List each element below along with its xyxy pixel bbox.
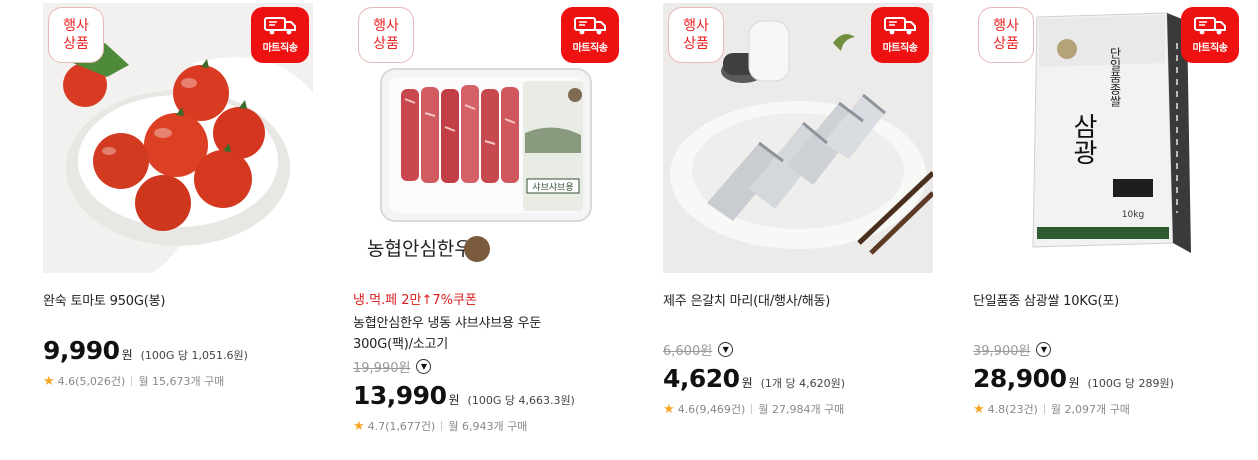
- product-name[interactable]: 제주 은갈치 마리(대/행사/해동): [663, 291, 933, 312]
- product-card[interactable]: 샤브샤브용 농협안심한우 행사 상품 마트직송 냉.먹.페 2만↑7%쿠폰 농협…: [353, 3, 623, 434]
- coupon-promo-text[interactable]: 냉.먹.페 2만↑7%쿠폰: [353, 291, 623, 311]
- review-meta: ★ 4.6(9,469건) 월 27,984개 구매: [663, 401, 933, 417]
- divider: [1043, 404, 1045, 414]
- sale-price: 9,990: [43, 336, 120, 365]
- unit-price: (1개 당 4,620원): [760, 377, 846, 390]
- product-image[interactable]: 행사 상품 마트직송: [663, 3, 933, 273]
- rating-text: 4.6(5,026건): [57, 375, 126, 388]
- event-product-badge: 행사 상품: [978, 7, 1034, 63]
- currency-label: 원: [448, 393, 460, 407]
- product-card[interactable]: 행사 상품 마트직송 제주 은갈치 마리(대/행사/해동) 6,600원 ▼ 4…: [663, 3, 933, 417]
- svg-text:단일품종쌀: 단일품종쌀: [1108, 47, 1122, 107]
- sale-price: 28,900: [973, 364, 1067, 393]
- price-row: 4,620 원 (1개 당 4,620원): [663, 364, 933, 393]
- original-price: 39,900원: [973, 343, 1031, 359]
- delivery-truck-icon: [264, 17, 296, 35]
- review-meta: ★ 4.6(5,026건) 월 15,673개 구매: [43, 373, 313, 389]
- delivery-truck-icon: [884, 17, 916, 35]
- star-icon: ★: [663, 401, 675, 417]
- monthly-purchases: 월 27,984개 구매: [758, 403, 845, 416]
- star-icon: ★: [353, 418, 365, 434]
- event-product-badge: 행사 상품: [358, 7, 414, 63]
- unit-price: (100G 당 4,663.3원): [467, 394, 575, 407]
- chevron-down-icon[interactable]: ▼: [1036, 341, 1052, 357]
- original-price-row: 39,900원 ▼: [973, 340, 1243, 359]
- product-image[interactable]: 행사 상품 마트직송: [43, 3, 313, 273]
- chevron-down-icon[interactable]: ▼: [718, 341, 734, 357]
- event-product-badge: 행사 상품: [48, 7, 104, 63]
- price-row: 9,990 원 (100G 당 1,051.6원): [43, 336, 313, 365]
- rating-text: 4.7(1,677건): [367, 420, 436, 433]
- event-product-badge: 행사 상품: [668, 7, 724, 63]
- monthly-purchases: 월 2,097개 구매: [1050, 403, 1130, 416]
- price-row: 28,900 원 (100G 당 289원): [973, 364, 1243, 393]
- product-name[interactable]: 완숙 토마토 950G(봉): [43, 291, 313, 312]
- product-card[interactable]: 삼광 단일품종쌀 10kg 행사 상품 마트직송 단일품종 삼광쌀 10KG(포…: [973, 3, 1243, 417]
- unit-price: (100G 당 1,051.6원): [140, 349, 248, 362]
- original-price-row: 19,990원 ▼: [353, 357, 623, 376]
- delivery-truck-icon: [1194, 17, 1226, 35]
- product-card[interactable]: 행사 상품 마트직송 완숙 토마토 950G(봉) 9,990 원 (100G …: [43, 3, 313, 389]
- sale-price: 4,620: [663, 364, 740, 393]
- review-meta: ★ 4.8(23건) 월 2,097개 구매: [973, 401, 1243, 417]
- rating-text: 4.8(23건): [987, 403, 1038, 416]
- svg-text:10kg: 10kg: [1122, 210, 1144, 220]
- svg-text:농협안심한우: 농협안심한우: [367, 238, 472, 260]
- divider: [441, 421, 443, 431]
- price-row: 13,990 원 (100G 당 4,663.3원): [353, 381, 623, 410]
- rating-text: 4.6(9,469건): [677, 403, 746, 416]
- product-name[interactable]: 농협안심한우 냉동 샤브샤브용 우둔 300G(팩)/소고기: [353, 313, 623, 355]
- monthly-purchases: 월 15,673개 구매: [138, 375, 225, 388]
- currency-label: 원: [1068, 376, 1080, 390]
- mart-direct-badge: 마트직송: [1181, 7, 1239, 63]
- mart-direct-badge: 마트직송: [561, 7, 619, 63]
- product-image[interactable]: 삼광 단일품종쌀 10kg 행사 상품 마트직송: [973, 3, 1243, 273]
- sale-price: 13,990: [353, 381, 447, 410]
- product-image[interactable]: 샤브샤브용 농협안심한우 행사 상품 마트직송: [353, 3, 623, 273]
- monthly-purchases: 월 6,943개 구매: [448, 420, 528, 433]
- currency-label: 원: [741, 376, 753, 390]
- divider: [751, 404, 753, 414]
- star-icon: ★: [973, 401, 985, 417]
- delivery-truck-icon: [574, 17, 606, 35]
- star-icon: ★: [43, 373, 55, 389]
- product-name[interactable]: 단일품종 삼광쌀 10KG(포): [973, 291, 1243, 312]
- review-meta: ★ 4.7(1,677건) 월 6,943개 구매: [353, 418, 623, 434]
- original-price: 19,990원: [353, 360, 411, 376]
- svg-text:샤브샤브용: 샤브샤브용: [532, 182, 573, 193]
- original-price: 6,600원: [663, 343, 713, 359]
- svg-text:삼광: 삼광: [1068, 113, 1098, 165]
- currency-label: 원: [121, 348, 133, 362]
- mart-direct-badge: 마트직송: [251, 7, 309, 63]
- divider: [131, 376, 133, 386]
- original-price-row: 6,600원 ▼: [663, 340, 933, 359]
- chevron-down-icon[interactable]: ▼: [416, 358, 432, 374]
- mart-direct-badge: 마트직송: [871, 7, 929, 63]
- unit-price: (100G 당 289원): [1087, 377, 1174, 390]
